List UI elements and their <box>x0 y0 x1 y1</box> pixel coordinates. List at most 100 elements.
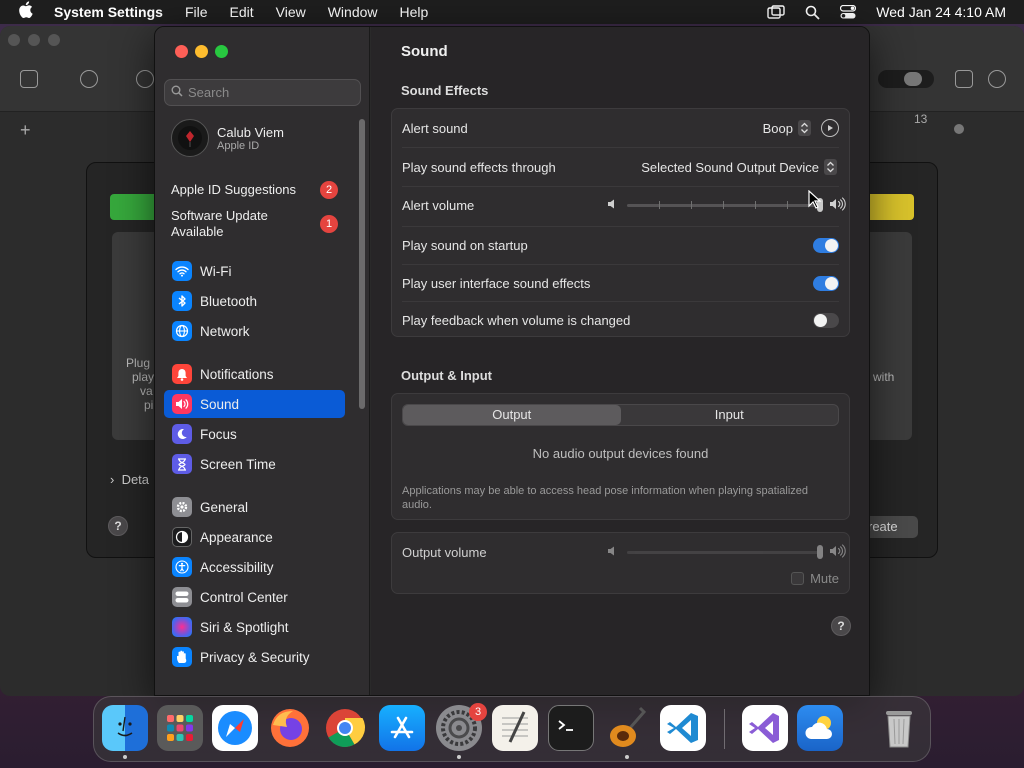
bg-details-disclosure: › Deta <box>110 472 150 487</box>
terminal-icon[interactable] <box>548 705 594 751</box>
weather-icon[interactable] <box>797 705 843 751</box>
textedit-icon[interactable] <box>492 705 538 751</box>
sound-effects-heading: Sound Effects <box>401 83 489 98</box>
bg-ruler-handle <box>954 124 964 134</box>
bg-details-label: Deta <box>121 472 150 487</box>
no-devices-message: No audio output devices found <box>532 446 709 461</box>
sidebar-item-accessibility[interactable]: Accessibility <box>164 553 345 581</box>
hourglass-icon <box>172 454 192 474</box>
wifi-icon <box>172 261 192 281</box>
dock: 3 <box>93 696 931 762</box>
dock-running-indicator <box>123 755 127 759</box>
sidebar-item-general[interactable]: General <box>164 493 345 521</box>
finder-icon[interactable] <box>102 705 148 751</box>
apple-id-account[interactable]: Calub Viem Apple ID <box>171 119 284 157</box>
bg-text-4: pi <box>144 398 154 412</box>
sidebar-item-sound[interactable]: Sound <box>164 390 345 418</box>
output-volume-group: Output volume Mute <box>391 532 850 594</box>
volume-low-icon <box>607 545 619 560</box>
output-input-tabs: Output Input <box>402 404 839 426</box>
sidebar-item-notifications[interactable]: Notifications <box>164 360 345 388</box>
slider-tick <box>787 201 788 209</box>
sidebar-item-network[interactable]: Network <box>164 317 345 345</box>
account-name: Calub Viem <box>217 124 284 140</box>
sidebar-item-screen-time[interactable]: Screen Time <box>164 450 345 478</box>
sidebar-item-bluetooth[interactable]: Bluetooth <box>164 287 345 315</box>
window-zoom-button[interactable] <box>215 45 228 58</box>
sidebar-item-siri-spotlight[interactable]: Siri & Spotlight <box>164 613 345 641</box>
sidebar-item-label: Network <box>200 323 250 339</box>
trash-icon[interactable] <box>876 705 922 751</box>
sidebar-item-label: Wi-Fi <box>200 263 232 279</box>
dock-separator <box>724 709 725 749</box>
chrome-icon[interactable] <box>322 705 368 751</box>
bg-toolbar-toggle <box>878 70 934 88</box>
menu-view[interactable]: View <box>276 4 306 20</box>
startup-sound-row: Play sound on startup <box>392 226 849 264</box>
volume-feedback-label: Play feedback when volume is changed <box>402 312 631 328</box>
mute-label: Mute <box>810 571 839 586</box>
apple-id-suggestions[interactable]: Apple ID Suggestions <box>171 182 321 198</box>
search-input[interactable] <box>188 85 348 100</box>
spotlight-search-icon[interactable] <box>805 5 820 20</box>
avatar <box>171 119 209 157</box>
sidebar-item-label: Privacy & Security <box>200 649 310 665</box>
chevron-updown-icon <box>824 159 837 175</box>
safari-icon[interactable] <box>212 705 258 751</box>
volume-high-icon <box>829 197 847 214</box>
sidebar-item-focus[interactable]: Focus <box>164 420 345 448</box>
search-field[interactable] <box>164 79 361 106</box>
output-volume-slider[interactable] <box>607 542 847 562</box>
sidebar-item-label: Notifications <box>200 366 274 382</box>
slider-tick <box>755 201 756 209</box>
startup-sound-toggle[interactable] <box>813 237 839 253</box>
help-button[interactable]: ? <box>831 616 851 636</box>
bg-zoom-dot <box>48 34 60 46</box>
bg-add-icon: + <box>20 120 31 140</box>
play-alert-sound-button[interactable] <box>821 119 839 137</box>
bg-toolbar-chat-icon <box>988 70 1006 88</box>
software-update-available[interactable]: Software Update Available <box>171 208 301 240</box>
sidebar-scrollbar[interactable] <box>359 119 365 409</box>
app-store-icon[interactable] <box>379 705 425 751</box>
menu-clock[interactable]: Wed Jan 24 4:10 AM <box>876 4 1006 20</box>
garageband-icon[interactable] <box>604 705 650 751</box>
tab-output[interactable]: Output <box>403 405 621 425</box>
bg-text-1: Plug <box>126 356 151 370</box>
firefox-icon[interactable] <box>267 705 313 751</box>
launchpad-icon[interactable] <box>157 705 203 751</box>
bg-text-3: va <box>140 384 153 398</box>
slider-tick <box>723 201 724 209</box>
control-center-menu-icon[interactable] <box>840 5 857 19</box>
alert-sound-popup[interactable]: Boop <box>763 120 811 136</box>
screen-mirroring-icon[interactable] <box>767 5 785 19</box>
ui-sounds-toggle[interactable] <box>813 275 839 291</box>
slider-track <box>627 204 821 207</box>
sidebar-item-control-center[interactable]: Control Center <box>164 583 345 611</box>
tab-input[interactable]: Input <box>621 405 839 425</box>
menu-help[interactable]: Help <box>400 4 429 20</box>
system-settings-badge: 3 <box>469 703 487 721</box>
menu-edit[interactable]: Edit <box>230 4 254 20</box>
menu-bar: System Settings File Edit View Window He… <box>0 0 1024 24</box>
window-minimize-button[interactable] <box>195 45 208 58</box>
bluetooth-icon <box>172 291 192 311</box>
play-through-popup[interactable]: Selected Sound Output Device <box>641 159 837 175</box>
sidebar-item-wifi[interactable]: Wi-Fi <box>164 257 345 285</box>
bg-toolbar-gear-icon <box>136 70 154 88</box>
account-subtitle: Apple ID <box>217 139 260 152</box>
mute-checkbox[interactable]: Mute <box>791 571 839 586</box>
vscode-icon[interactable] <box>660 705 706 751</box>
volume-feedback-toggle[interactable] <box>813 312 839 328</box>
sidebar-item-privacy-security[interactable]: Privacy & Security <box>164 643 345 671</box>
mute-checkbox-box[interactable] <box>791 572 805 585</box>
visual-studio-icon[interactable] <box>742 705 788 751</box>
menu-window[interactable]: Window <box>328 4 378 20</box>
window-close-button[interactable] <box>175 45 188 58</box>
sidebar-item-appearance[interactable]: Appearance <box>164 523 345 551</box>
menu-file[interactable]: File <box>185 4 208 20</box>
slider-knob[interactable] <box>817 545 823 559</box>
sidebar: Calub Viem Apple ID Apple ID Suggestions… <box>155 27 370 695</box>
apple-menu-icon[interactable] <box>18 1 36 23</box>
menu-app-name[interactable]: System Settings <box>54 4 163 20</box>
